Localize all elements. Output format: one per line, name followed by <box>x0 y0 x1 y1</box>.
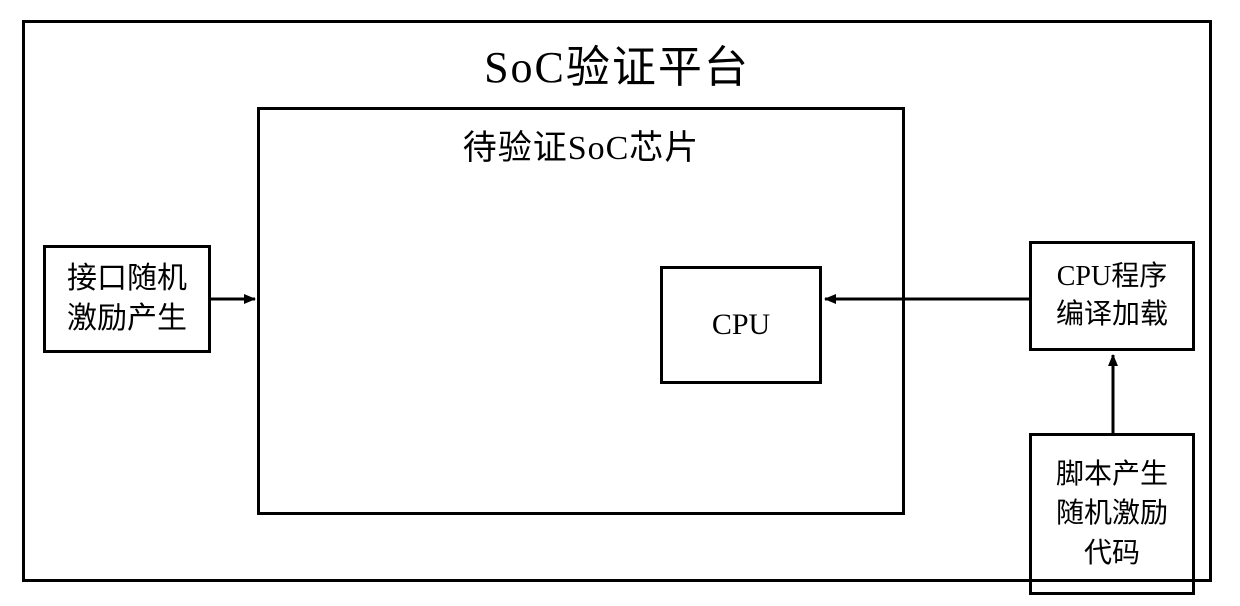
soc-title: 待验证SoC芯片 <box>260 120 902 169</box>
interface-stimulus-box: 接口随机 激励产生 <box>43 245 211 353</box>
cpu-label: CPU <box>712 308 770 342</box>
script-stimulus-line2: 随机激励 <box>1056 494 1168 533</box>
soc-box: 待验证SoC芯片 CPU <box>257 107 905 515</box>
cpu-load-box: CPU程序 编译加载 <box>1029 241 1195 351</box>
script-stimulus-line1: 脚本产生 <box>1056 455 1168 494</box>
interface-stimulus-line2: 激励产生 <box>67 299 187 340</box>
platform-frame: SoC验证平台 待验证SoC芯片 CPU 接口随机 激励产生 CPU程序 编译加… <box>22 20 1212 582</box>
script-stimulus-box: 脚本产生 随机激励 代码 <box>1029 433 1195 595</box>
interface-stimulus-line1: 接口随机 <box>67 259 187 300</box>
platform-title: SoC验证平台 <box>25 31 1209 95</box>
script-stimulus-line3: 代码 <box>1084 534 1140 573</box>
cpu-load-line1: CPU程序 <box>1057 258 1167 296</box>
cpu-load-line2: 编译加载 <box>1056 296 1168 334</box>
cpu-box: CPU <box>660 266 822 384</box>
